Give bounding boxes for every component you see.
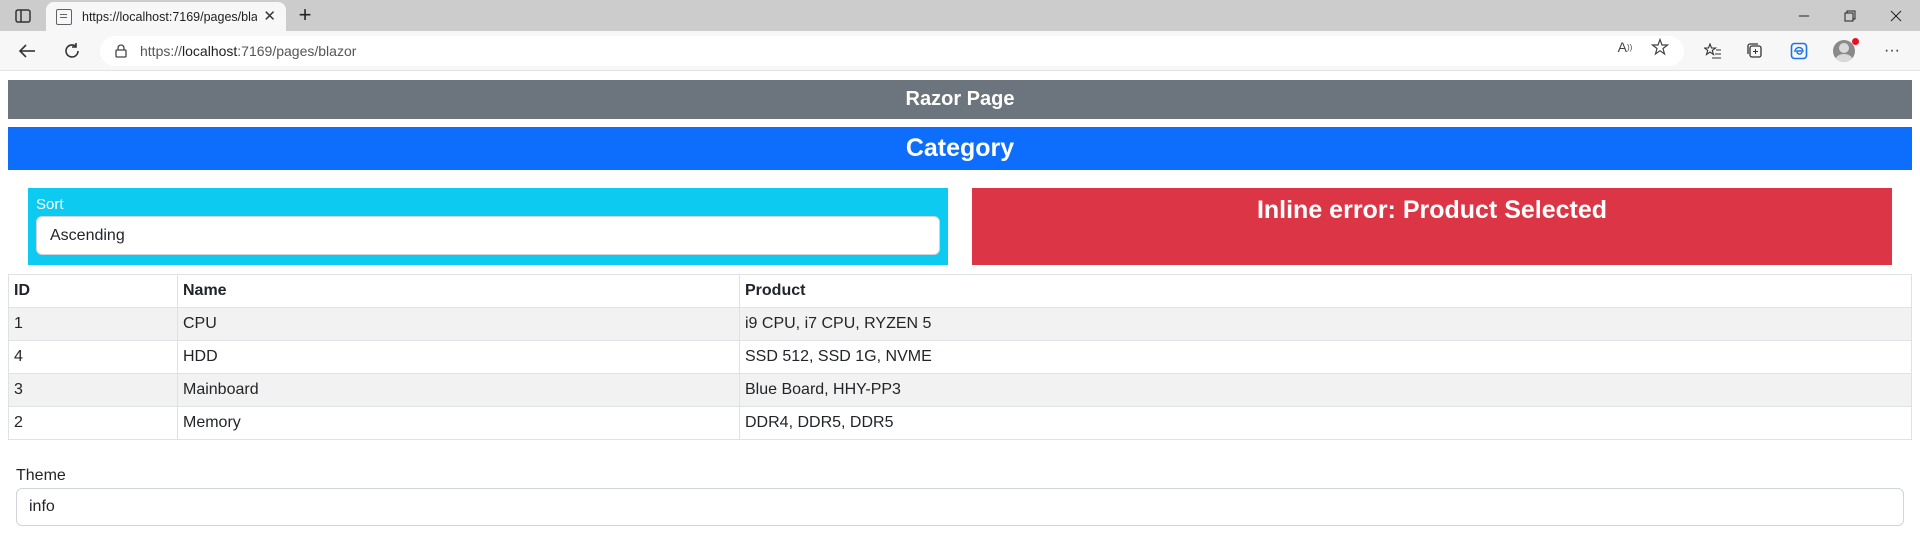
- notification-dot: [1852, 38, 1859, 45]
- category-table: ID Name Product 1 CPU i9 CPU, i7 CPU, RY…: [8, 274, 1912, 440]
- read-aloud-icon[interactable]: A)): [1613, 37, 1637, 57]
- table-header-row: ID Name Product: [8, 274, 1912, 308]
- sort-select[interactable]: Ascending: [36, 216, 940, 255]
- column-header-product: Product: [739, 274, 1912, 308]
- table-row[interactable]: 4 HDD SSD 512, SSD 1G, NVME: [8, 340, 1912, 374]
- cell-id: 3: [8, 373, 178, 407]
- cell-name: CPU: [177, 307, 740, 341]
- sort-label: Sort: [36, 196, 64, 213]
- cell-id: 4: [8, 340, 178, 374]
- theme-input[interactable]: info: [16, 488, 1904, 526]
- minimize-button[interactable]: [1781, 0, 1827, 31]
- column-header-id: ID: [8, 274, 178, 308]
- cell-name: HDD: [177, 340, 740, 374]
- lock-icon[interactable]: [114, 44, 128, 58]
- cell-product: SSD 512, SSD 1G, NVME: [739, 340, 1912, 374]
- new-tab-button[interactable]: +: [292, 4, 318, 28]
- cell-name: Memory: [177, 406, 740, 440]
- category-title: Category: [8, 127, 1912, 170]
- column-header-name: Name: [177, 274, 740, 308]
- cell-product: DDR4, DDR5, DDR5: [739, 406, 1912, 440]
- cell-product: i9 CPU, i7 CPU, RYZEN 5: [739, 307, 1912, 341]
- page-header: Razor Page: [8, 80, 1912, 119]
- tab-title: https://localhost:7169/pages/blazor: [82, 9, 257, 24]
- url-text: https://localhost:7169/pages/blazor: [140, 43, 357, 59]
- close-window-button[interactable]: [1873, 0, 1919, 31]
- tab-strip: https://localhost:7169/pages/blazor ✕ +: [0, 0, 1920, 31]
- tab-actions-icon[interactable]: [12, 6, 34, 26]
- collections-icon[interactable]: [1741, 37, 1769, 65]
- close-tab-icon[interactable]: ✕: [263, 9, 276, 24]
- page-content: Razor Page Category Sort Ascending Inlin…: [0, 72, 1920, 555]
- browser-tab[interactable]: https://localhost:7169/pages/blazor ✕: [46, 2, 286, 31]
- cell-product: Blue Board, HHY-PP3: [739, 373, 1912, 407]
- cell-name: Mainboard: [177, 373, 740, 407]
- inline-error-message: Inline error: Product Selected: [972, 188, 1892, 265]
- back-arrow-icon[interactable]: [12, 37, 42, 65]
- address-bar[interactable]: https://localhost:7169/pages/blazor: [100, 36, 1684, 66]
- table-row[interactable]: 2 Memory DDR4, DDR5, DDR5: [8, 406, 1912, 440]
- table-row[interactable]: 3 Mainboard Blue Board, HHY-PP3: [8, 373, 1912, 407]
- refresh-icon[interactable]: [57, 37, 87, 65]
- page-favicon-icon: [56, 8, 72, 25]
- favorites-icon[interactable]: [1699, 37, 1727, 65]
- restore-button[interactable]: [1827, 0, 1873, 31]
- cell-id: 2: [8, 406, 178, 440]
- browser-toolbar: https://localhost:7169/pages/blazor A)) …: [0, 31, 1920, 71]
- edge-extension-icon[interactable]: [1785, 37, 1813, 65]
- table-row[interactable]: 1 CPU i9 CPU, i7 CPU, RYZEN 5: [8, 307, 1912, 341]
- theme-label: Theme: [16, 467, 66, 484]
- cell-id: 1: [8, 307, 178, 341]
- add-favorite-icon[interactable]: [1648, 37, 1672, 57]
- sort-panel: Sort Ascending: [28, 188, 948, 265]
- more-options-icon[interactable]: ···: [1878, 37, 1906, 65]
